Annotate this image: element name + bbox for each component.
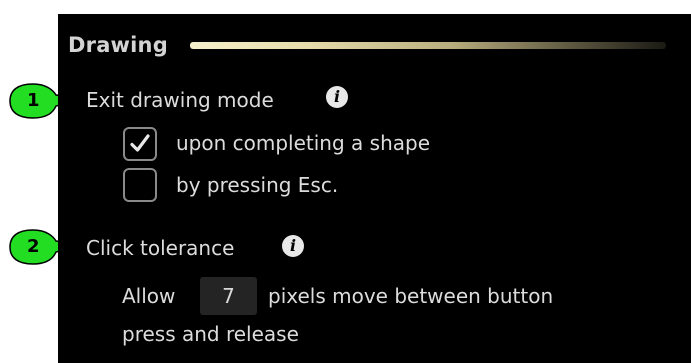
checkbox-upon-completing-shape[interactable] bbox=[123, 127, 157, 161]
checkbox-by-pressing-esc[interactable] bbox=[123, 168, 157, 202]
click-tolerance-prefix: Allow bbox=[122, 284, 176, 308]
click-tolerance-input[interactable] bbox=[200, 277, 257, 315]
info-icon[interactable]: i bbox=[282, 235, 304, 257]
click-tolerance-suffix: pixels move between button bbox=[268, 284, 554, 308]
section-title-rule bbox=[190, 42, 666, 49]
callout-number-2: 2 bbox=[27, 236, 40, 257]
callout-number-1: 1 bbox=[27, 90, 40, 111]
checkmark-icon bbox=[130, 134, 150, 152]
option-label-by-pressing-esc[interactable]: by pressing Esc. bbox=[176, 171, 338, 199]
option-label-upon-completing-shape[interactable]: upon completing a shape bbox=[176, 129, 430, 157]
click-tolerance-label: Click tolerance bbox=[86, 236, 235, 260]
info-icon[interactable]: i bbox=[326, 86, 348, 108]
exit-drawing-mode-label: Exit drawing mode bbox=[86, 88, 274, 112]
click-tolerance-suffix-line2: press and release bbox=[122, 322, 299, 346]
section-title: Drawing bbox=[68, 33, 168, 57]
